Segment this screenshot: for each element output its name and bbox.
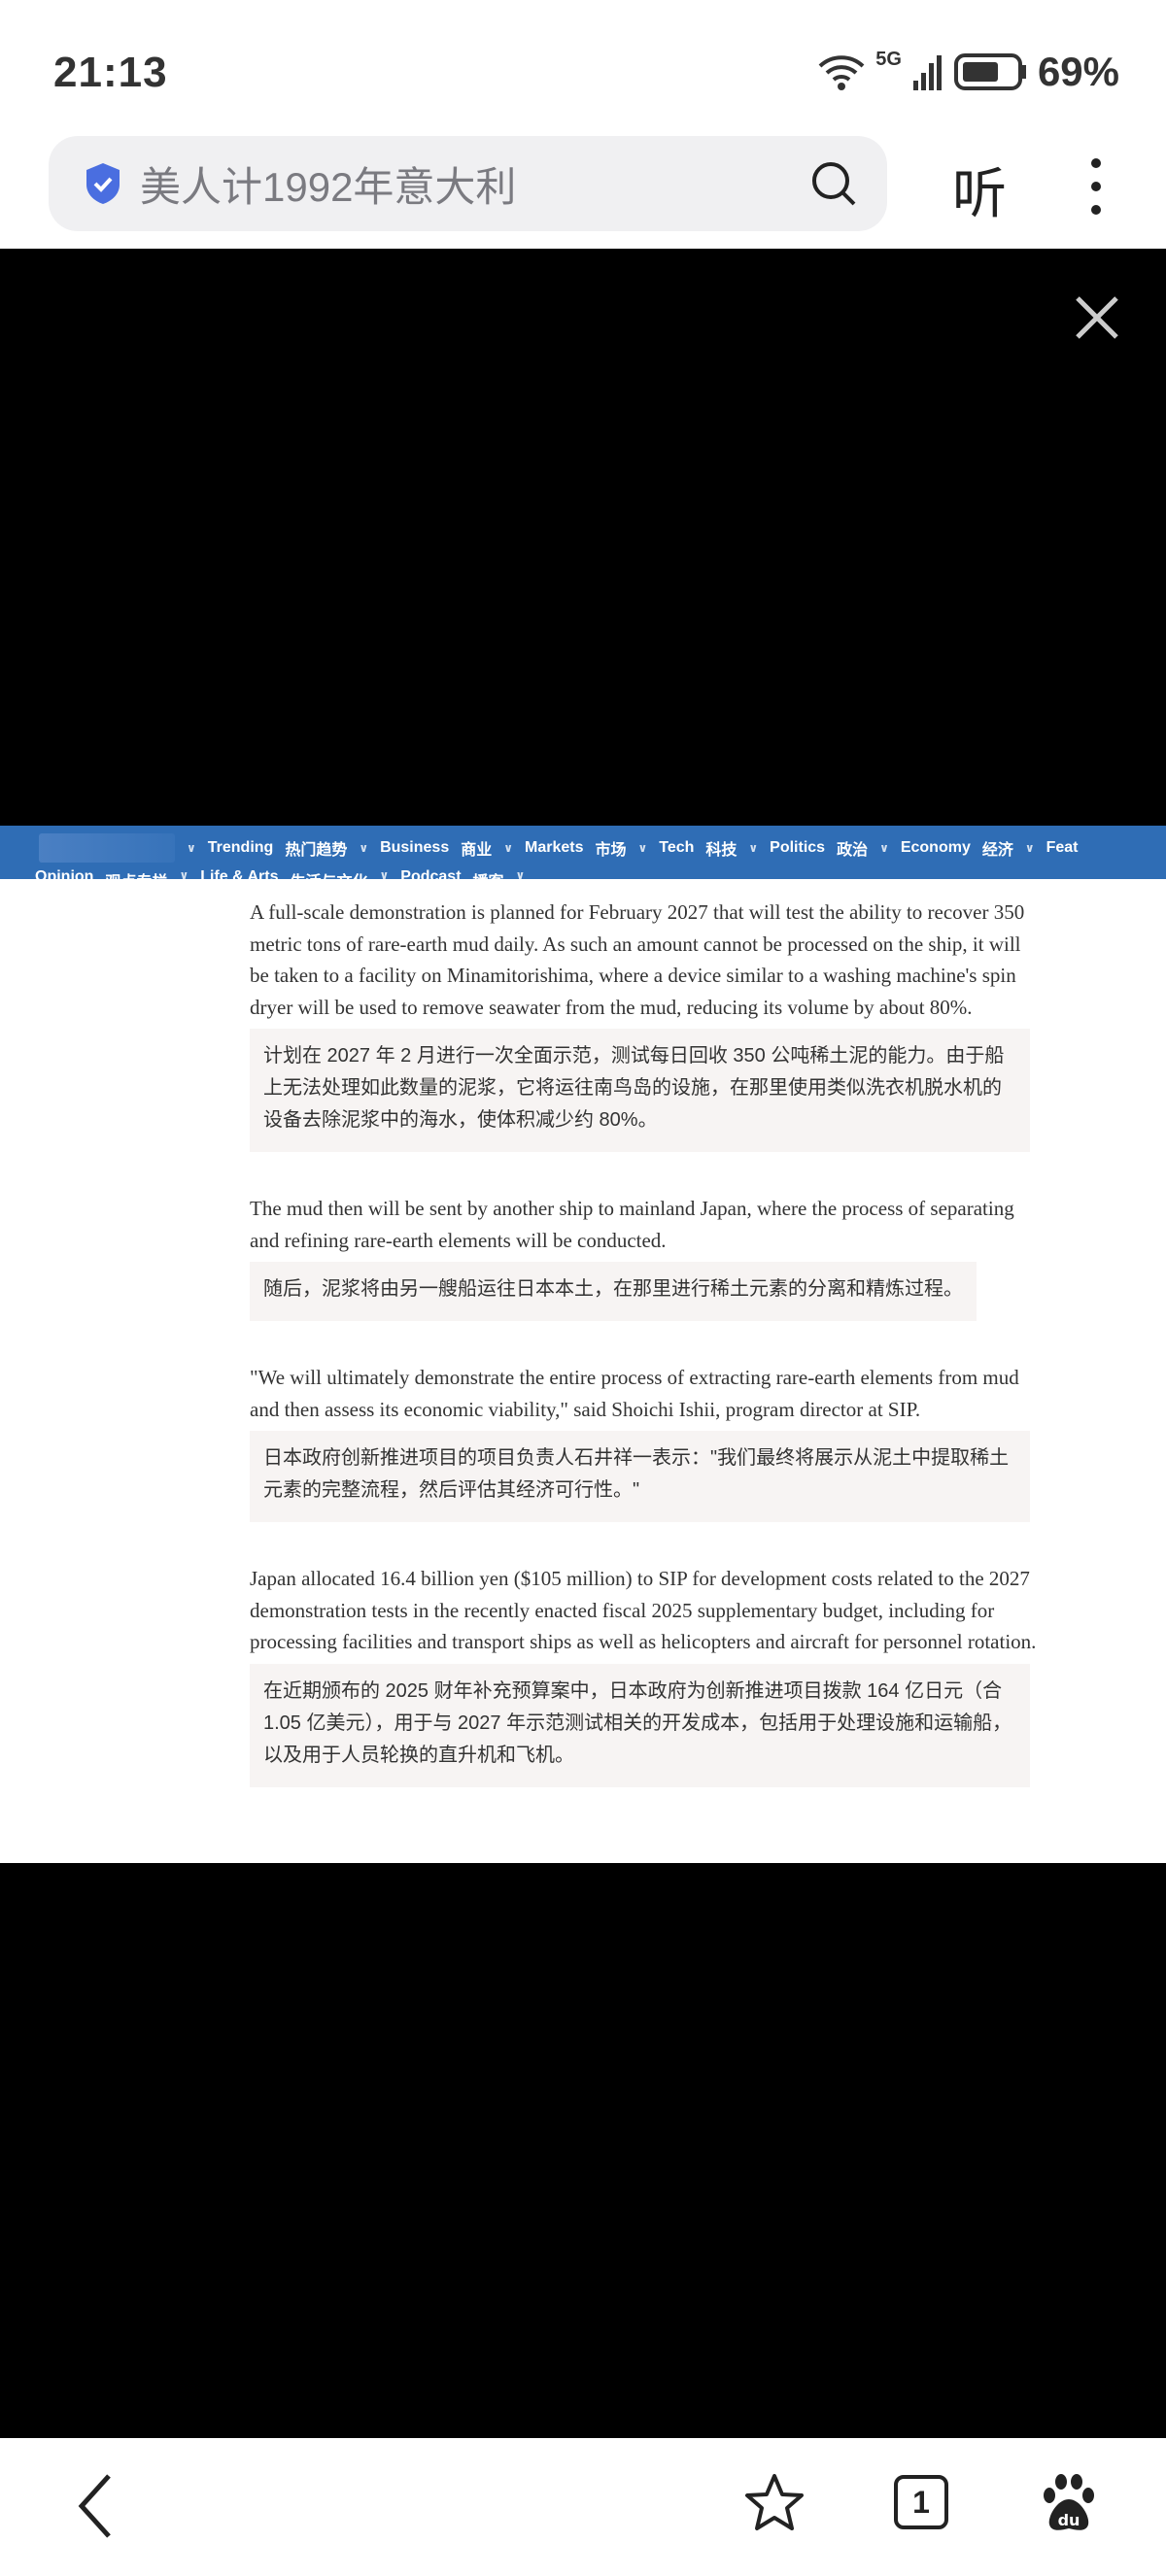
nav-markets-zh[interactable]: 市场 [595, 836, 626, 860]
more-menu-icon[interactable] [1086, 157, 1106, 216]
translation-zh: 计划在 2027 年 2 月进行一次全面示范，测试每日回收 350 公吨稀土泥的… [250, 1029, 1030, 1152]
network-label: 5G [875, 49, 902, 70]
nav-politics[interactable]: Politics [770, 839, 825, 857]
nav-life-arts[interactable]: Life & Arts [200, 868, 278, 879]
battery-percent: 69% [1037, 49, 1119, 94]
nav-economy[interactable]: Economy [901, 839, 971, 857]
nav-opinion-zh[interactable]: 观点专栏 [105, 868, 167, 879]
nav-markets[interactable]: Markets [525, 839, 583, 857]
chevron-down-icon[interactable]: ∨ [879, 841, 889, 855]
chevron-down-icon[interactable]: ∨ [187, 841, 196, 855]
nav-podcast-zh[interactable]: 播客 [473, 868, 504, 879]
video-overlay [0, 249, 1166, 826]
nav-features[interactable]: Feat [1046, 839, 1079, 857]
chevron-down-icon[interactable]: ∨ [179, 868, 189, 879]
translation-zh: 随后，泥浆将由另一艘船运往日本本土，在那里进行稀土元素的分离和精炼过程。 [250, 1262, 977, 1321]
paragraph-en: Japan allocated 16.4 billion yen ($105 m… [250, 1567, 1037, 1653]
search-input[interactable]: 美人计1992年意大利 [49, 136, 887, 231]
wifi-icon [818, 55, 865, 90]
listen-button[interactable]: 听 [952, 151, 1007, 229]
nav-opinion[interactable]: Opinion [35, 868, 93, 879]
nav-tech[interactable]: Tech [659, 839, 694, 857]
nav-podcast[interactable]: Podcast [400, 868, 461, 879]
status-bar: 21:13 5G 69% [0, 0, 1166, 126]
battery-icon [953, 53, 1026, 90]
svg-text:du: du [1058, 2511, 1080, 2529]
nav-trending[interactable]: Trending [208, 839, 274, 857]
nav-business[interactable]: Business [380, 839, 449, 857]
back-icon[interactable] [76, 2472, 115, 2540]
clock: 21:13 [53, 49, 168, 96]
nav-economy-zh[interactable]: 经济 [982, 836, 1013, 860]
site-logo[interactable] [39, 833, 175, 863]
chevron-down-icon[interactable]: ∨ [359, 841, 368, 855]
paragraph-en: "We will ultimately demonstrate the enti… [250, 1366, 1019, 1421]
address-bar: 美人计1992年意大利 听 [0, 126, 1166, 249]
close-icon[interactable] [1075, 295, 1119, 340]
bottom-toolbar: 1 du [0, 2438, 1166, 2576]
translation-zh: 在近期颁布的 2025 财年补充预算案中，日本政府为创新推进项目拨款 164 亿… [250, 1663, 1030, 1787]
nav-politics-zh[interactable]: 政治 [837, 836, 868, 860]
tabs-button[interactable]: 1 [894, 2475, 948, 2529]
shield-icon [86, 163, 120, 204]
paragraph-en: A full-scale demonstration is planned fo… [250, 900, 1025, 1019]
status-icons: 5G 69% [817, 49, 1119, 95]
search-icon[interactable] [809, 159, 858, 208]
chevron-down-icon[interactable]: ∨ [503, 841, 513, 855]
nav-business-zh[interactable]: 商业 [461, 836, 492, 860]
paragraph-en: The mud then will be sent by another shi… [250, 1197, 1014, 1252]
translation-zh: 日本政府创新推进项目的项目负责人石井祥一表示："我们最终将展示从泥土中提取稀土元… [250, 1431, 1030, 1522]
nav-trending-zh[interactable]: 热门趋势 [285, 836, 347, 860]
chevron-down-icon[interactable]: ∨ [637, 841, 647, 855]
chevron-down-icon[interactable]: ∨ [380, 868, 390, 879]
nav-life-arts-zh[interactable]: 生活与文化 [291, 868, 368, 879]
star-icon[interactable] [743, 2472, 806, 2534]
site-nav: ∨ Trending 热门趋势 ∨ Business 商业 ∨ Markets 市场 ∨ T… [0, 826, 1166, 879]
search-query: 美人计1992年意大利 [140, 163, 517, 210]
article-body: A full-scale demonstration is planned fo… [0, 879, 1166, 1863]
baidu-icon[interactable]: du [1040, 2472, 1098, 2534]
chevron-down-icon[interactable]: ∨ [516, 868, 526, 879]
chevron-down-icon[interactable]: ∨ [1025, 841, 1035, 855]
signal-icon [912, 55, 942, 90]
chevron-down-icon[interactable]: ∨ [748, 841, 758, 855]
nav-tech-zh[interactable]: 科技 [705, 836, 737, 860]
